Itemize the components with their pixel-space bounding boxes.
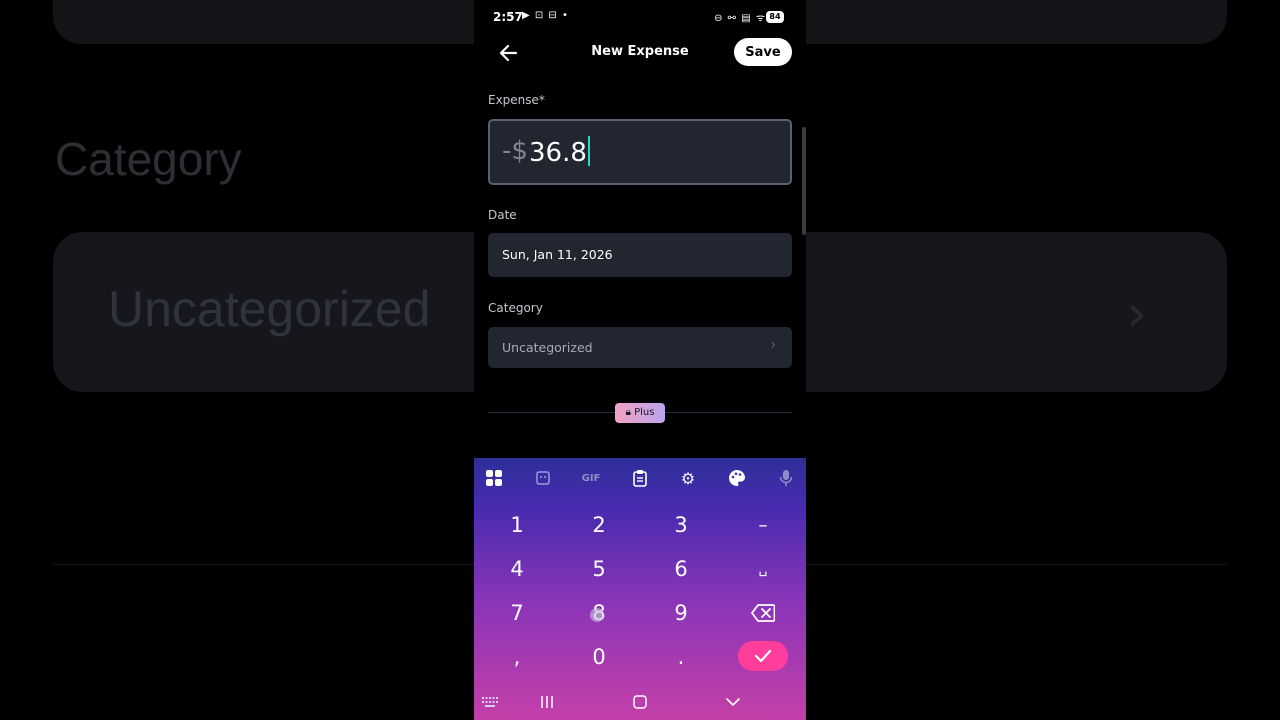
- key-3[interactable]: 3: [651, 506, 711, 544]
- background-category-label: Category: [55, 133, 242, 185]
- microphone-icon[interactable]: [775, 467, 797, 489]
- category-label: Category: [488, 301, 543, 315]
- key-1[interactable]: 1: [487, 506, 547, 544]
- amount-value-text: 36.8: [529, 136, 590, 168]
- backspace-icon[interactable]: [733, 594, 793, 632]
- key-0[interactable]: 0: [569, 638, 629, 676]
- amount-value: 36.8: [529, 138, 587, 168]
- date-value: Sun, Jan 11, 2026: [502, 247, 613, 262]
- expense-amount-input[interactable]: -$ 36.8: [488, 119, 792, 185]
- key-7[interactable]: 7: [487, 594, 547, 632]
- category-value: Uncategorized: [502, 340, 593, 355]
- hide-keyboard-chevron-icon[interactable]: [721, 690, 745, 714]
- text-caret: [587, 136, 590, 166]
- scrollbar-thumb[interactable]: [802, 127, 806, 235]
- key-comma[interactable]: ,: [487, 638, 547, 676]
- recent-apps-icon[interactable]: [535, 690, 559, 714]
- phone-screen: 2:57 ▶ ⊡ ⊟ • ⊖ ⚯ ▤ ᯤ 84 New Expense Save…: [474, 0, 806, 720]
- clipboard-icon[interactable]: [629, 467, 651, 489]
- save-button[interactable]: Save: [734, 38, 792, 66]
- system-navigation-bar: [474, 684, 806, 720]
- date-label: Date: [488, 208, 517, 222]
- numeric-keyboard: GIF ⚙ 1 2 3 – 4 5 6 ␣ 7 8 9 ,: [474, 458, 806, 720]
- done-check-button[interactable]: [738, 641, 788, 671]
- palette-icon[interactable]: [726, 467, 748, 489]
- apps-grid-icon[interactable]: [483, 467, 505, 489]
- gif-icon[interactable]: GIF: [580, 467, 602, 489]
- status-bar: 2:57 ▶ ⊡ ⊟ • ⊖ ⚯ ▤ ᯤ 84: [474, 0, 806, 34]
- touch-indicator: [590, 608, 604, 622]
- key-5[interactable]: 5: [569, 550, 629, 588]
- background-category-value: Uncategorized: [108, 281, 431, 337]
- key-2[interactable]: 2: [569, 506, 629, 544]
- chevron-right-icon: ›: [770, 337, 776, 353]
- home-icon[interactable]: [628, 690, 652, 714]
- category-selector[interactable]: Uncategorized ›: [488, 327, 792, 368]
- expense-label: Expense*: [488, 93, 545, 107]
- key-space[interactable]: ␣: [733, 550, 793, 588]
- date-field[interactable]: Sun, Jan 11, 2026: [488, 233, 792, 277]
- plus-badge-label: Plus: [634, 407, 655, 418]
- key-minus[interactable]: –: [733, 506, 793, 544]
- plus-badge[interactable]: 🔒︎ Plus: [615, 403, 665, 423]
- background-chevron-icon: ›: [1126, 284, 1147, 344]
- keyboard-switch-icon[interactable]: [478, 690, 502, 714]
- key-9[interactable]: 9: [651, 594, 711, 632]
- key-period[interactable]: .: [651, 638, 711, 676]
- key-6[interactable]: 6: [651, 550, 711, 588]
- gear-icon[interactable]: ⚙: [677, 467, 699, 489]
- lock-icon: 🔒︎: [625, 407, 631, 418]
- sticker-icon[interactable]: [532, 467, 554, 489]
- app-bar: New Expense Save: [474, 34, 806, 72]
- battery-icon: 84: [766, 11, 784, 23]
- amount-currency-prefix: -$: [502, 136, 528, 166]
- status-time: 2:57: [493, 10, 523, 24]
- system-status-icons: ⊖ ⚯ ▤ ᯤ: [714, 13, 766, 24]
- key-4[interactable]: 4: [487, 550, 547, 588]
- keyboard-toolbar: GIF ⚙: [474, 458, 806, 496]
- notification-icons: ▶ ⊡ ⊟ •: [522, 10, 569, 21]
